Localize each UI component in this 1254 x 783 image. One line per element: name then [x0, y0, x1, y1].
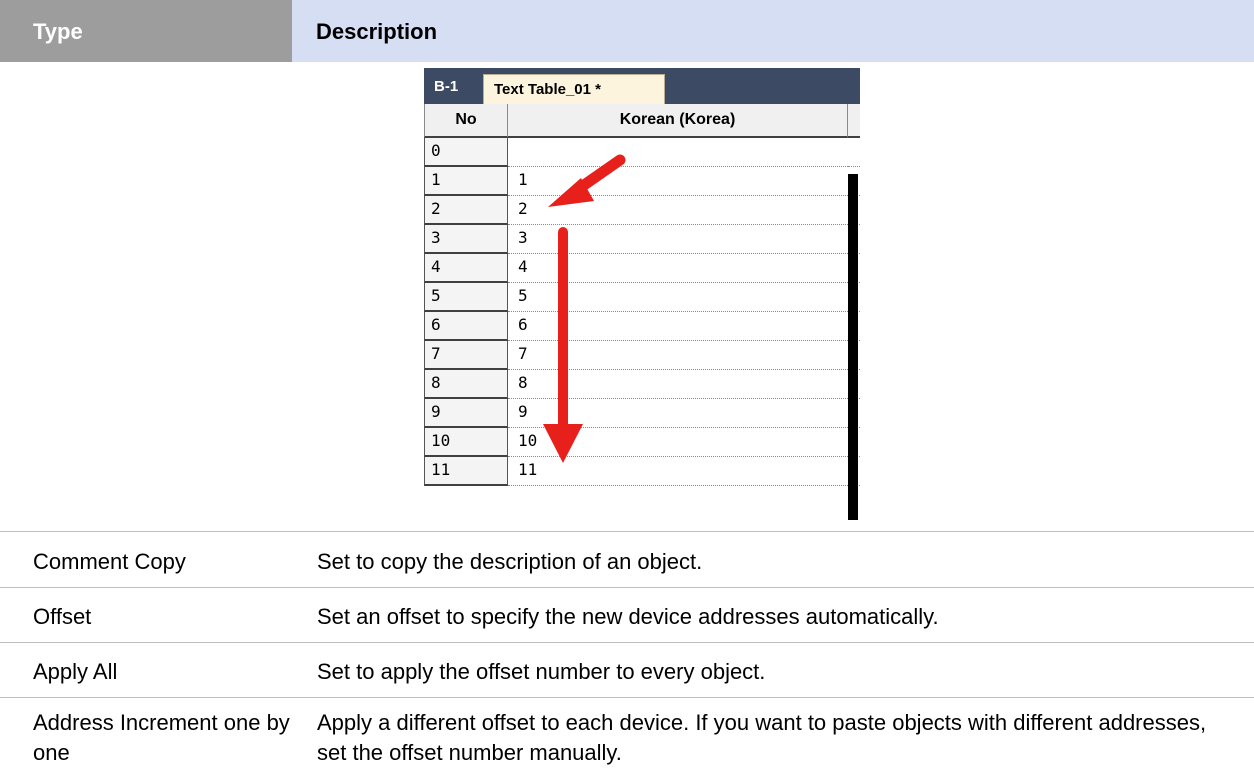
type-cell: Address Increment one by one [33, 710, 290, 765]
type-cell: Comment Copy [33, 549, 186, 574]
description-cell: Apply a different offset to each device.… [317, 710, 1207, 765]
type-cell: Apply All [33, 659, 118, 684]
diagonal-arrow-icon [548, 154, 626, 207]
header-type-label: Type [33, 19, 83, 44]
row-divider [0, 697, 1254, 698]
header-description-label: Description [316, 19, 438, 44]
header-description-cell: Description [292, 0, 1254, 62]
text-table-screenshot: B-1 Text Table_01 * No Korean (Korea) 01… [424, 68, 860, 520]
description-cell: Set an offset to specify the new device … [317, 604, 939, 629]
row-divider [0, 642, 1254, 643]
row-divider [0, 587, 1254, 588]
down-arrow-icon [543, 227, 583, 463]
description-cell: Set to copy the description of an object… [317, 549, 703, 574]
type-cell: Offset [33, 604, 92, 629]
header-type-cell: Type [0, 0, 292, 62]
row-divider [0, 531, 1254, 532]
description-cell: Set to apply the offset number to every … [317, 659, 766, 684]
red-arrows [543, 154, 626, 463]
